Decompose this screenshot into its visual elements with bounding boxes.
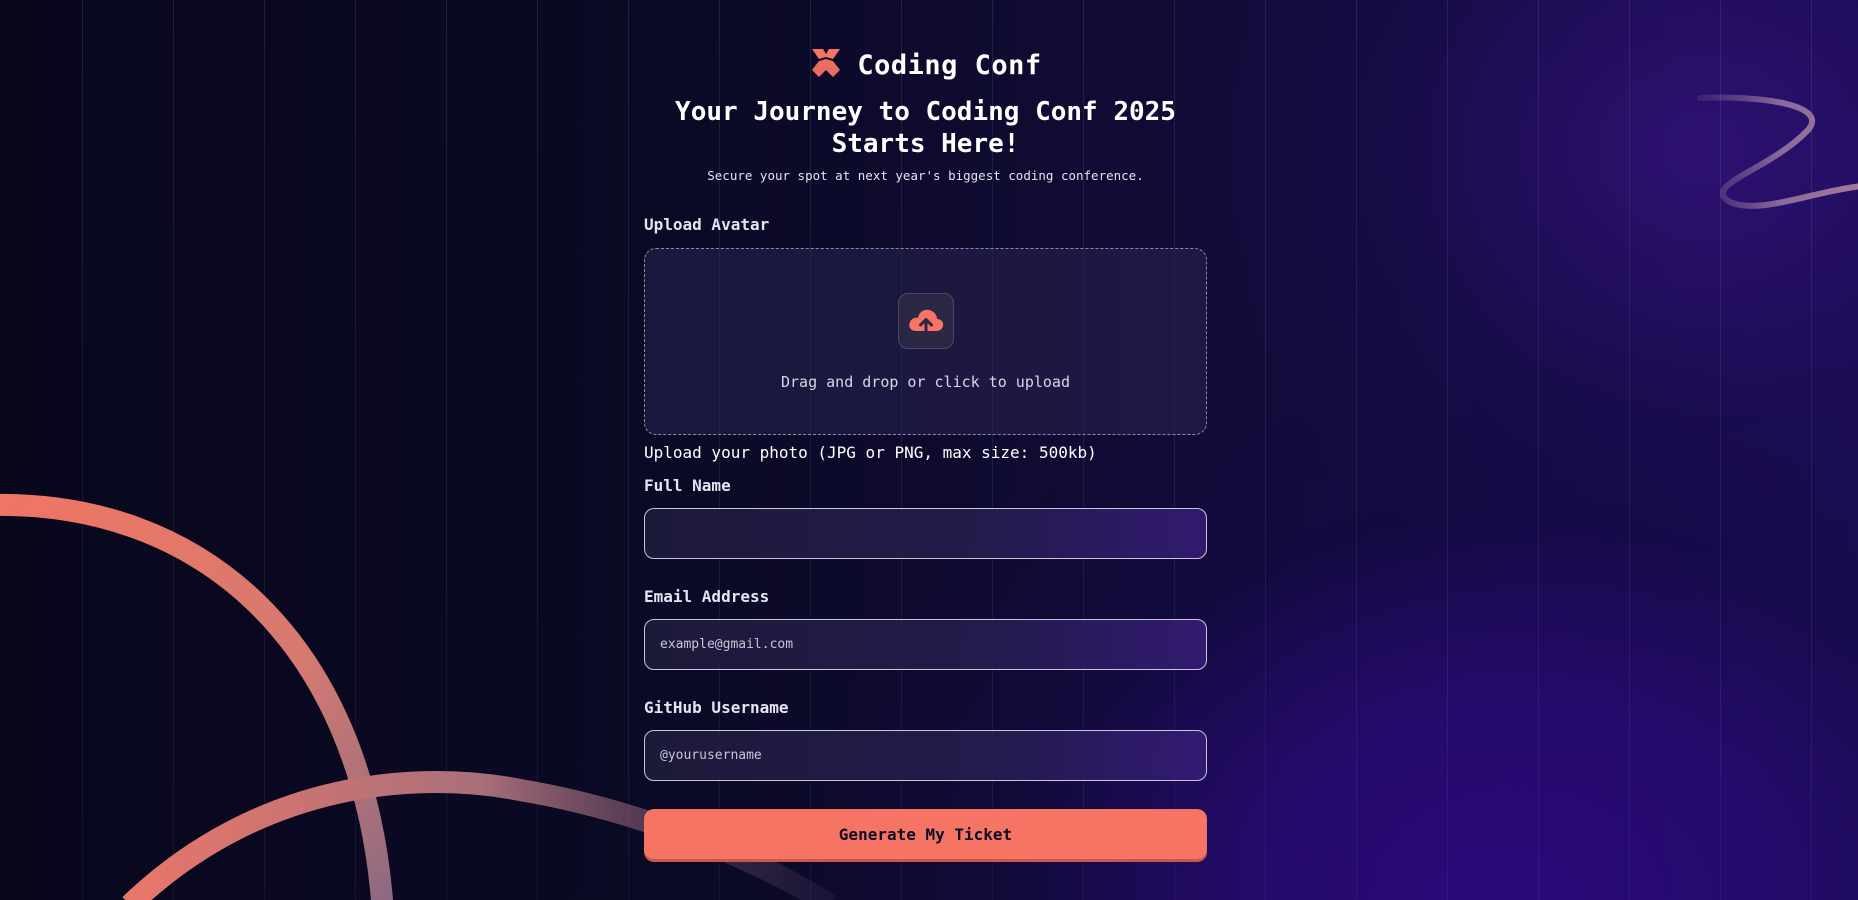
dropzone-text: Drag and drop or click to upload bbox=[781, 373, 1070, 391]
coding-conf-logo-icon bbox=[809, 46, 843, 84]
large-arc-decoration bbox=[0, 494, 393, 900]
generate-ticket-button[interactable]: Generate My Ticket bbox=[644, 809, 1207, 859]
squiggle-decoration bbox=[1697, 94, 1858, 209]
upload-avatar-label: Upload Avatar bbox=[644, 215, 770, 234]
upload-hint: Upload your photo (JPG or PNG, max size:… bbox=[644, 443, 1097, 462]
avatar-dropzone[interactable]: Drag and drop or click to upload bbox=[644, 248, 1207, 435]
email-input[interactable]: example@gmail.com bbox=[644, 619, 1207, 670]
ticket-form: Coding Conf Your Journey to Coding Conf … bbox=[644, 42, 1207, 859]
cloud-upload-icon bbox=[897, 293, 954, 349]
github-username-label: GitHub Username bbox=[644, 698, 789, 717]
full-name-label: Full Name bbox=[644, 476, 731, 495]
brand-name: Coding Conf bbox=[857, 49, 1042, 81]
page-subtitle: Secure your spot at next year's biggest … bbox=[707, 168, 1144, 183]
full-name-input[interactable] bbox=[644, 508, 1207, 559]
email-label: Email Address bbox=[644, 587, 770, 606]
brand-header: Coding Conf bbox=[644, 42, 1207, 88]
page-title: Your Journey to Coding Conf 2025 Starts … bbox=[675, 97, 1176, 159]
page: Coding Conf Your Journey to Coding Conf … bbox=[0, 0, 1858, 900]
github-username-input[interactable]: @yourusername bbox=[644, 730, 1207, 781]
